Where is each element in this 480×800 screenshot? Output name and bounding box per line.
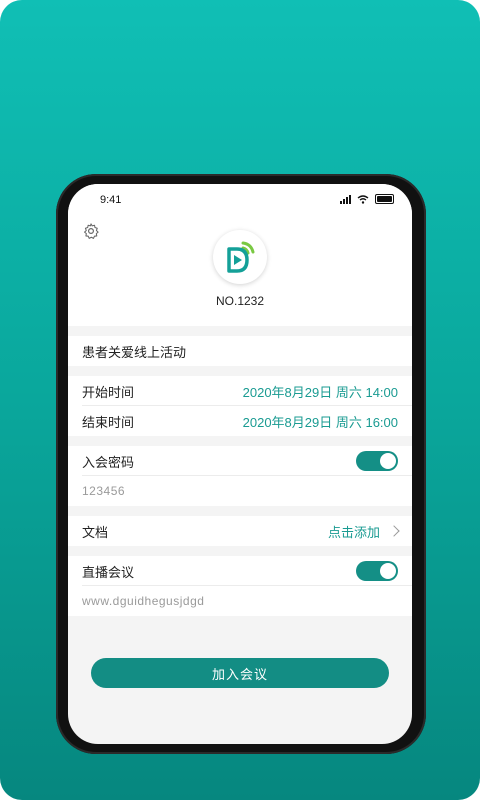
meeting-title: 患者关爱线上活动 bbox=[82, 344, 187, 360]
meeting-number: NO.1232 bbox=[215, 294, 265, 308]
join-button-wrap: 加入会议 bbox=[68, 658, 412, 688]
live-row: 直播会议 bbox=[68, 556, 412, 586]
documents-row[interactable]: 文档 点击添加 bbox=[68, 516, 412, 546]
password-card: 入会密码 123456 bbox=[68, 446, 412, 506]
end-time-value: 2020年8月29日 周六 16:00 bbox=[242, 414, 398, 430]
live-url-row[interactable]: www.dguidhegusjdgd bbox=[68, 586, 412, 616]
meeting-header: NO.1232 bbox=[68, 214, 412, 326]
end-time-label: 结束时间 bbox=[82, 414, 135, 430]
password-value-row[interactable]: 123456 bbox=[68, 476, 412, 506]
live-toggle[interactable] bbox=[356, 561, 398, 581]
settings-icon[interactable] bbox=[82, 222, 100, 240]
app-logo-icon bbox=[227, 241, 255, 273]
signal-icon bbox=[340, 194, 351, 204]
add-document-text: 点击添加 bbox=[327, 524, 380, 540]
password-toggle[interactable] bbox=[356, 451, 398, 471]
schedule-card: 开始时间 2020年8月29日 周六 14:00 结束时间 2020年8月29日… bbox=[68, 376, 412, 436]
status-icons bbox=[340, 194, 394, 204]
live-label: 直播会议 bbox=[82, 564, 135, 580]
join-meeting-button[interactable]: 加入会议 bbox=[91, 658, 389, 688]
meeting-title-row[interactable]: 患者关爱线上活动 bbox=[68, 336, 412, 366]
start-time-row[interactable]: 开始时间 2020年8月29日 周六 14:00 bbox=[68, 376, 412, 406]
password-row: 入会密码 bbox=[68, 446, 412, 476]
start-time-label: 开始时间 bbox=[82, 384, 135, 400]
live-card: 直播会议 www.dguidhegusjdgd bbox=[68, 556, 412, 616]
phone-frame: 9:41 NO.1232 患者关爱线上活动 开始时间 2020年8月29日 周六… bbox=[56, 174, 426, 754]
documents-card: 文档 点击添加 bbox=[68, 516, 412, 546]
password-value: 123456 bbox=[82, 484, 126, 498]
start-time-value: 2020年8月29日 周六 14:00 bbox=[242, 384, 398, 400]
wifi-icon bbox=[357, 194, 369, 204]
chevron-right-icon bbox=[388, 525, 400, 537]
status-bar: 9:41 bbox=[68, 184, 412, 214]
phone-screen: 9:41 NO.1232 患者关爱线上活动 开始时间 2020年8月29日 周六… bbox=[68, 184, 412, 744]
password-label: 入会密码 bbox=[82, 454, 135, 470]
battery-icon bbox=[375, 194, 394, 204]
background: 9:41 NO.1232 患者关爱线上活动 开始时间 2020年8月29日 周六… bbox=[0, 0, 480, 800]
title-card: 患者关爱线上活动 bbox=[68, 336, 412, 366]
add-document-link[interactable]: 点击添加 bbox=[327, 522, 400, 541]
live-url: www.dguidhegusjdgd bbox=[82, 594, 205, 608]
status-time: 9:41 bbox=[100, 194, 122, 206]
app-logo bbox=[213, 230, 267, 284]
end-time-row[interactable]: 结束时间 2020年8月29日 周六 16:00 bbox=[68, 406, 412, 436]
documents-label: 文档 bbox=[82, 524, 109, 540]
